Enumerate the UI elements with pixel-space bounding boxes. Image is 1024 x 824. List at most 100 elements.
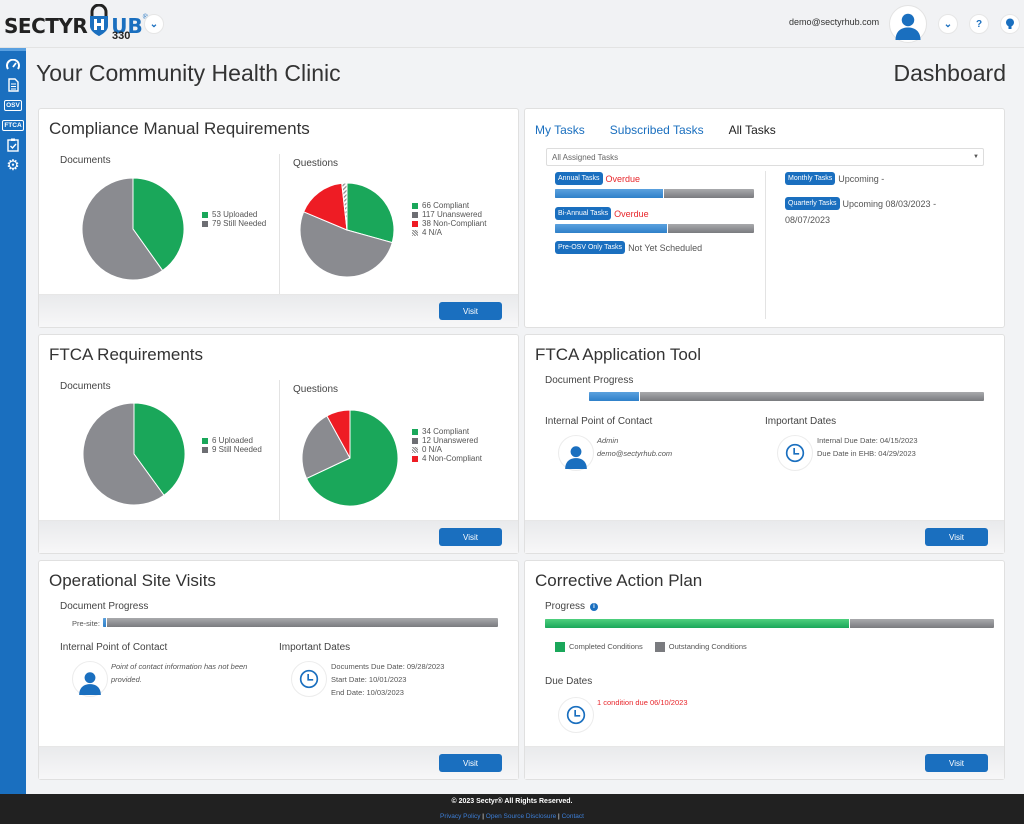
ftca-icon: FTCA bbox=[2, 119, 24, 131]
compliance-manual-card: Compliance Manual Requirements Documents… bbox=[38, 108, 519, 328]
preosv-tasks-badge[interactable]: Pre-OSV Only Tasks bbox=[555, 241, 626, 254]
legend-label: 6 Uploaded bbox=[212, 436, 253, 445]
documents-legend: 6 Uploaded 9 Still Needed bbox=[202, 436, 262, 454]
due-text: 1 condition due 06/10/2023 bbox=[597, 698, 688, 707]
legend-compliant: 34 Compliant bbox=[412, 427, 482, 436]
legend-label: 9 Still Needed bbox=[212, 445, 262, 454]
questions-legend: 34 Compliant 12 Unanswered 0 N/A 4 Non-C… bbox=[412, 427, 482, 463]
osv-icon: OSV bbox=[4, 99, 22, 111]
annual-tasks-progress-bar bbox=[555, 189, 754, 198]
visit-button[interactable]: Visit bbox=[439, 528, 502, 546]
divider bbox=[279, 154, 280, 296]
user-avatar[interactable] bbox=[889, 5, 927, 43]
contact-missing-message: Point of contact information has not bee… bbox=[111, 662, 248, 684]
legend-non-compliant: 4 Non-Compliant bbox=[412, 454, 482, 463]
tab-subscribed-tasks[interactable]: Subscribed Tasks bbox=[610, 123, 704, 137]
card-footer: Visit bbox=[525, 520, 1004, 553]
logo-version: 330 bbox=[112, 30, 131, 42]
visit-button[interactable]: Visit bbox=[439, 302, 502, 320]
document-icon bbox=[7, 78, 19, 92]
help-icon[interactable]: ? bbox=[969, 14, 989, 34]
copyright: © 2023 Sectyr® All Rights Reserved. bbox=[451, 798, 573, 805]
sidebar-item-dashboard[interactable] bbox=[0, 55, 26, 75]
divider bbox=[765, 171, 766, 319]
visit-button[interactable]: Visit bbox=[439, 754, 502, 772]
lightbulb-icon[interactable] bbox=[1000, 14, 1020, 34]
sidebar-item-ftca[interactable]: FTCA bbox=[0, 115, 26, 135]
user-email: demo@sectyrhub.com bbox=[789, 17, 880, 27]
biannual-tasks-badge[interactable]: Bi-Annual Tasks bbox=[555, 207, 612, 220]
legend-na: 4 N/A bbox=[412, 228, 486, 237]
user-icon bbox=[77, 667, 103, 697]
sidebar-item-documents[interactable] bbox=[0, 75, 26, 95]
corrective-action-plan-card: Corrective Action Plan Progress i Comple… bbox=[524, 560, 1005, 780]
legend-label: 4 N/A bbox=[422, 228, 443, 237]
clock-avatar bbox=[291, 661, 327, 697]
annual-tasks-status: Overdue bbox=[605, 173, 641, 184]
monthly-tasks-badge[interactable]: Monthly Tasks bbox=[785, 172, 836, 185]
legend-swatch bbox=[555, 641, 565, 652]
legend-label: 53 Uploaded bbox=[212, 210, 258, 219]
quarterly-tasks-badge[interactable]: Quarterly Tasks bbox=[785, 197, 840, 210]
questions-legend: 66 Compliant 117 Unanswered 38 Non-Compl… bbox=[412, 201, 486, 237]
legend-still-needed: 79 Still Needed bbox=[202, 219, 266, 228]
progress-fill bbox=[589, 392, 641, 401]
sidebar-item-osv[interactable]: OSV bbox=[0, 95, 26, 115]
legend-na: 0 N/A bbox=[412, 445, 482, 454]
documents-label: Documents bbox=[60, 381, 111, 392]
user-menu-chevron-down-icon[interactable]: ⌄ bbox=[938, 14, 958, 34]
start-date: Start Date: 10/01/2023 bbox=[331, 675, 407, 684]
questions-pie-chart bbox=[301, 409, 399, 507]
ftca-requirements-card: FTCA Requirements Documents Questions 6 … bbox=[38, 334, 519, 554]
quarterly-tasks-status: Upcoming 08/03/2023 - bbox=[842, 198, 937, 209]
info-icon[interactable]: i bbox=[590, 602, 599, 611]
privacy-policy-link[interactable]: Privacy Policy bbox=[440, 813, 480, 820]
legend-unanswered: 117 Unanswered bbox=[412, 210, 486, 219]
open-source-link[interactable]: Open Source Disclosure bbox=[486, 813, 556, 820]
legend-swatch bbox=[412, 229, 418, 236]
contact-email[interactable]: demo@sectyrhub.com bbox=[597, 447, 672, 460]
task-filter-select[interactable]: All Assigned Tasks ▼ bbox=[546, 148, 984, 166]
lock-shield-icon bbox=[90, 4, 109, 36]
task-tabs: My Tasks Subscribed Tasks All Tasks bbox=[535, 123, 776, 137]
ehb-due-date: Due Date in EHB: 04/29/2023 bbox=[817, 449, 916, 458]
quarterly-tasks: Quarterly Tasks Upcoming 08/03/2023 - bbox=[785, 197, 936, 210]
app-switcher-chevron-down-icon[interactable]: ⌄ bbox=[144, 14, 164, 34]
progress-fill bbox=[555, 224, 669, 233]
sidebar-active-indicator bbox=[0, 48, 26, 51]
progress-label: Progress bbox=[545, 601, 586, 612]
ftca-application-tool-card: FTCA Application Tool Document Progress … bbox=[524, 334, 1005, 554]
legend-swatch bbox=[412, 220, 418, 227]
visit-button[interactable]: Visit bbox=[925, 754, 988, 772]
contact-link[interactable]: Contact bbox=[562, 813, 584, 820]
sidebar-item-tasks[interactable] bbox=[0, 135, 26, 155]
presite-label: Pre-site: bbox=[72, 619, 100, 628]
tab-my-tasks[interactable]: My Tasks bbox=[535, 123, 585, 137]
operational-site-visits-card: Operational Site Visits Document Progres… bbox=[38, 560, 519, 780]
legend-swatch bbox=[412, 455, 418, 462]
documents-pie-chart bbox=[81, 177, 185, 281]
presite-progress-bar bbox=[103, 618, 498, 627]
sidebar-item-settings[interactable]: ⚙ bbox=[0, 155, 26, 175]
sectyrhub-logo[interactable]: SECTYR UB ® 330 bbox=[4, 4, 148, 44]
tab-all-tasks[interactable]: All Tasks bbox=[729, 123, 776, 137]
document-progress-label: Document Progress bbox=[545, 375, 634, 386]
annual-tasks-badge[interactable]: Annual Tasks bbox=[555, 172, 603, 185]
card-title: Compliance Manual Requirements bbox=[49, 119, 310, 138]
sidebar: OSV FTCA ⚙ bbox=[0, 48, 26, 794]
legend-label: 38 Non-Compliant bbox=[422, 219, 487, 228]
progress-fill bbox=[103, 618, 107, 627]
monthly-tasks: Monthly Tasks Upcoming - bbox=[785, 172, 884, 185]
legend-swatch bbox=[654, 641, 665, 652]
legend-swatch bbox=[412, 437, 418, 444]
contact-label: Internal Point of Contact bbox=[60, 642, 168, 653]
card-title: Operational Site Visits bbox=[49, 571, 216, 590]
quarterly-end-date: 08/07/2023 bbox=[785, 215, 831, 225]
contact-name: Admin bbox=[597, 436, 619, 445]
legend-swatch bbox=[202, 211, 208, 218]
visit-button[interactable]: Visit bbox=[925, 528, 988, 546]
legend-swatch bbox=[202, 220, 208, 227]
due-dates-label: Due Dates bbox=[545, 676, 593, 687]
legend-label: 34 Compliant bbox=[422, 427, 470, 436]
legend-label: 66 Compliant bbox=[422, 201, 470, 210]
